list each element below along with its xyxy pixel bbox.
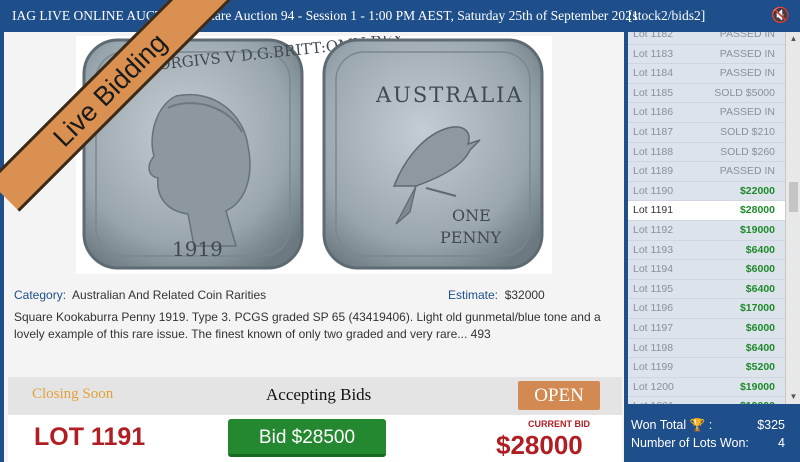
lot-description: Square Kookaburra Penny 1919. Type 3. PC…	[14, 310, 601, 341]
scroll-up-icon[interactable]: ▲	[786, 32, 800, 46]
lot-row-result: $19000	[739, 380, 775, 393]
lot-row-number: Lot 1192	[633, 224, 674, 236]
lot-row-number: Lot 1199	[633, 361, 674, 374]
lot-row[interactable]: Lot 1186 PASSED IN	[628, 103, 785, 123]
lot-results-list[interactable]: Lot 1182 PASSED IN Lot 1183 PASSED IN Lot 11…	[628, 32, 785, 404]
lot-list-scrollbar[interactable]: ▲ ▼	[785, 32, 800, 404]
won-total-value: $325	[757, 418, 785, 432]
lot-row[interactable]: Lot 1195 $6400	[628, 280, 785, 300]
category-row: Category: Australian And Related Coin Ra…	[14, 288, 266, 302]
lots-won-label: Number of Lots Won:	[631, 436, 749, 450]
obverse-year: 1919	[172, 237, 223, 261]
lot-row-number: Lot 1201	[633, 397, 674, 404]
lot-row-result: $5200	[745, 361, 775, 374]
reverse-denomination-one: ONE	[452, 206, 491, 225]
closing-soon-label: Closing Soon	[32, 386, 114, 402]
lot-row-result: $6400	[745, 341, 775, 354]
lot-row-result: $6400	[745, 282, 775, 295]
estimate-value: $32000	[504, 288, 545, 302]
current-lot-number: LOT 1191	[34, 423, 146, 451]
lot-row[interactable]: Lot 1184 PASSED IN	[628, 64, 785, 84]
current-bid-value: $28000	[496, 430, 583, 460]
lot-row[interactable]: Lot 1193 $6400	[628, 241, 785, 261]
estimate-row: Estimate: $32000	[448, 288, 545, 302]
won-total-label: Won Total	[631, 418, 687, 432]
lots-won-value: 4	[778, 436, 785, 450]
lot-row-result: SOLD $5000	[714, 86, 775, 99]
lot-row-number: Lot 1182	[633, 32, 674, 40]
open-button[interactable]: OPEN	[518, 381, 600, 410]
room-label: [stock2/bids2]	[628, 8, 706, 23]
category-value: Australian And Related Coin Rarities	[72, 288, 267, 302]
scroll-down-icon[interactable]: ▼	[786, 390, 800, 404]
lot-row-number: Lot 1184	[633, 67, 674, 80]
lot-row-result: $19000	[740, 397, 775, 404]
lot-row-number: Lot 1187	[633, 126, 674, 138]
lot-row-result: $22000	[739, 184, 775, 197]
lot-row-number: Lot 1191	[633, 204, 674, 217]
lot-row-number: Lot 1186	[633, 106, 674, 119]
accepting-bids-label: Accepting Bids	[266, 385, 372, 404]
lot-row-result: $17000	[739, 302, 775, 315]
lot-row-result: PASSED IN	[719, 165, 775, 178]
lot-row-number: Lot 1200	[633, 380, 674, 393]
lot-row[interactable]: Lot 1189 PASSED IN	[628, 162, 785, 182]
lot-row-number: Lot 1197	[633, 322, 674, 334]
lot-row-result: PASSED IN	[719, 47, 775, 60]
lots-won-row: Number of Lots Won: 4	[631, 436, 791, 454]
estimate-label: Estimate:	[448, 288, 499, 302]
lot-row-number: Lot 1198	[633, 341, 674, 354]
lots-panel: Lot 1182 PASSED IN Lot 1183 PASSED IN Lot 11…	[624, 32, 800, 462]
current-bid-label: CURRENT BID	[528, 419, 590, 429]
status-bar: Closing Soon Accepting Bids OPEN	[8, 377, 622, 415]
lot-row[interactable]: Lot 1190 $22000	[628, 182, 785, 202]
lot-row-result: $28000	[739, 204, 775, 217]
lot-row[interactable]: Lot 1199 $5200	[628, 358, 785, 378]
reverse-country: AUSTRALIA	[375, 83, 524, 107]
lot-row[interactable]: Lot 1194 $6000	[628, 260, 785, 280]
lot-row[interactable]: Lot 1185 SOLD $5000	[628, 84, 785, 104]
lot-row[interactable]: Lot 1200 $19000	[628, 378, 785, 398]
won-total-row: Won Total 🏆 : $325	[631, 418, 785, 432]
auction-title: IAG LIVE ONLINE AUCTIONS - Rare Auction …	[12, 8, 639, 23]
lot-row-number: Lot 1185	[633, 86, 674, 99]
title-bar: IAG LIVE ONLINE AUCTIONS - Rare Auction …	[0, 0, 800, 32]
lot-row-result: $19000	[739, 224, 775, 236]
lot-row-result: $6400	[745, 243, 775, 256]
scroll-thumb[interactable]	[789, 182, 798, 212]
trophy-icon: 🏆	[689, 418, 706, 432]
lot-row[interactable]: Lot 1187 SOLD $210	[628, 123, 785, 143]
lot-row[interactable]: Lot 1197 $6000	[628, 319, 785, 339]
lot-row-result: PASSED IN	[719, 32, 775, 40]
lot-row-number: Lot 1193	[633, 243, 674, 256]
lot-row[interactable]: Lot 1196 $17000	[628, 299, 785, 319]
lot-row-result: SOLD $210	[720, 126, 775, 138]
lot-row[interactable]: Lot 1191 $28000	[628, 201, 785, 221]
category-label: Category:	[14, 288, 67, 302]
lot-row[interactable]: Lot 1201 $19000	[628, 397, 785, 404]
lot-row-number: Lot 1196	[633, 302, 674, 315]
bid-button[interactable]: Bid $28500	[228, 419, 386, 457]
lot-row-number: Lot 1188	[633, 145, 674, 158]
coin-reverse: AUSTRALIA ONE PENNY	[322, 38, 544, 270]
lot-row[interactable]: Lot 1183 PASSED IN	[628, 45, 785, 65]
lot-row-number: Lot 1189	[633, 165, 674, 178]
lot-row-result: $6000	[745, 322, 775, 334]
lot-row-result: $6000	[745, 263, 775, 276]
lot-row-number: Lot 1183	[633, 47, 674, 60]
lot-row-result: PASSED IN	[719, 106, 775, 119]
lot-row-result: SOLD $260	[720, 145, 775, 158]
lot-row-number: Lot 1194	[633, 263, 674, 276]
lot-row-number: Lot 1190	[633, 184, 674, 197]
reverse-denomination-penny: PENNY	[440, 228, 501, 247]
lot-row[interactable]: Lot 1192 $19000	[628, 221, 785, 241]
lot-row[interactable]: Lot 1198 $6400	[628, 339, 785, 359]
lot-row[interactable]: Lot 1182 PASSED IN	[628, 32, 785, 45]
lot-row[interactable]: Lot 1188 SOLD $260	[628, 143, 785, 163]
bid-bar: LOT 1191 Bid $28500 CURRENT BID $28000	[8, 415, 622, 462]
lot-row-number: Lot 1195	[633, 282, 674, 295]
speaker-mute-icon[interactable]: 🔇	[771, 0, 790, 32]
lot-row-result: PASSED IN	[719, 67, 775, 80]
